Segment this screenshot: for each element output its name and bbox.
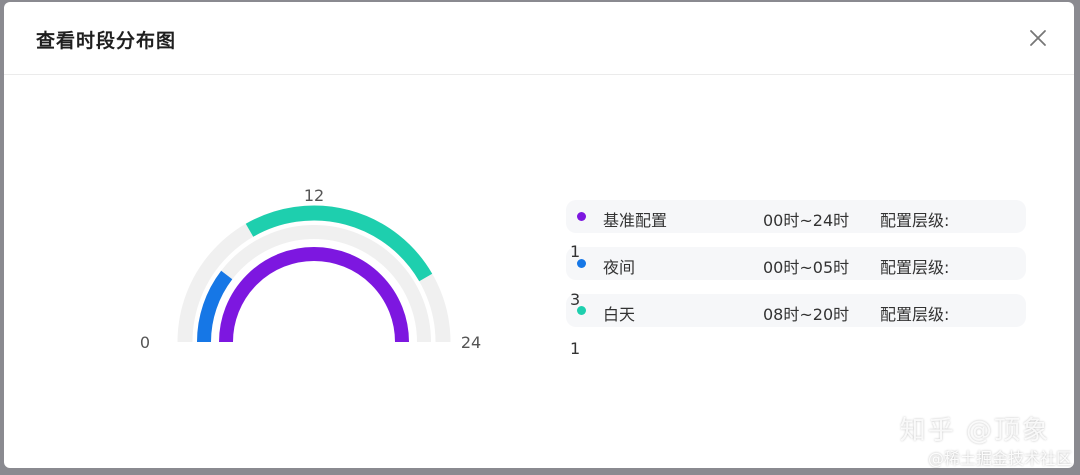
legend-name: 基准配置 — [603, 211, 668, 230]
watermark-zhihu: 知乎 @顶象 — [899, 416, 1050, 446]
legend-level-label: 配置层级: — [880, 258, 950, 277]
legend: 基准配置 00时~24时 配置层级: 夜间 00时~05时 配置层级: 白天 0… — [566, 200, 1026, 341]
close-icon[interactable] — [1026, 26, 1050, 50]
legend-name: 夜间 — [603, 258, 636, 277]
legend-time: 08时~20时 — [763, 305, 850, 324]
series-arc-0 — [219, 247, 409, 343]
legend-item-baseline: 基准配置 00时~24时 配置层级: — [566, 200, 1026, 233]
legend-time: 00时~05时 — [763, 258, 850, 277]
legend-level-label: 配置层级: — [880, 211, 950, 230]
legend-time: 00时~24时 — [763, 211, 850, 230]
radial-chart-svg: 0 12 24 — [140, 186, 481, 352]
time-distribution-chart: 0 12 24 — [124, 162, 504, 362]
modal-header: 查看时段分布图 — [4, 2, 1074, 75]
legend-item-day: 白天 08时~20时 配置层级: — [566, 294, 1026, 327]
legend-dot — [577, 212, 586, 221]
legend-level-label: 配置层级: — [880, 305, 950, 324]
modal-title: 查看时段分布图 — [36, 30, 177, 52]
level-value: 1 — [570, 242, 581, 261]
time-distribution-modal: 查看时段分布图 0 12 24 基准配置 00时~24时 配置层级: 夜间 00时~… — [4, 2, 1074, 468]
level-value: 3 — [570, 290, 581, 309]
legend-item-night: 夜间 00时~05时 配置层级: — [566, 247, 1026, 280]
watermark-juejin: @稀土掘金技术社区 — [927, 449, 1072, 468]
axis-tick-label: 0 — [140, 333, 150, 352]
axis-tick-label: 24 — [461, 333, 481, 352]
legend-name: 白天 — [603, 305, 636, 324]
axis-tick-label: 12 — [304, 186, 324, 205]
level-value: 1 — [570, 339, 581, 358]
